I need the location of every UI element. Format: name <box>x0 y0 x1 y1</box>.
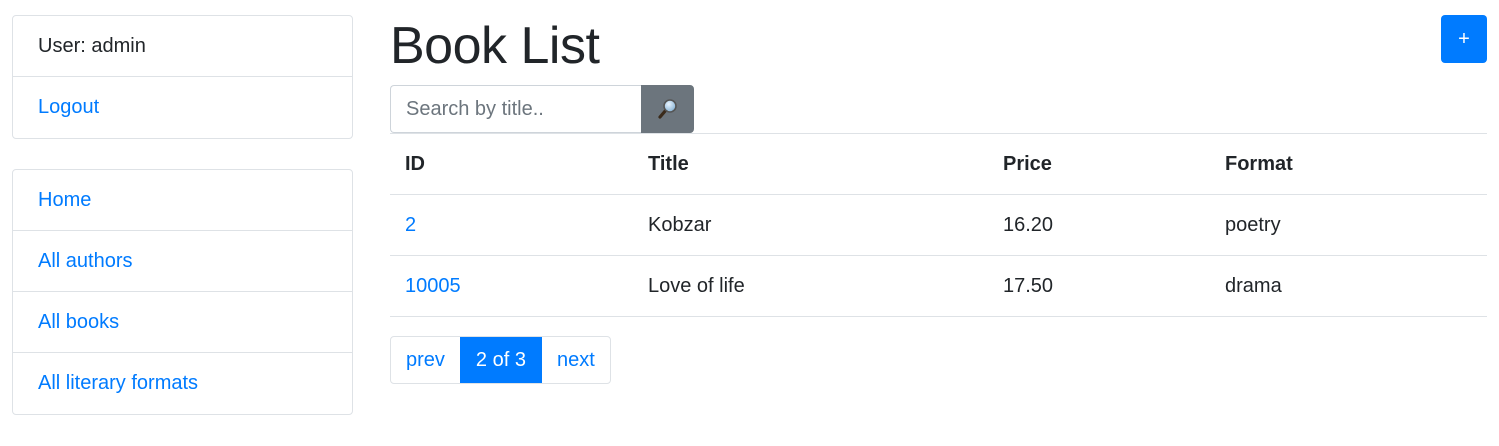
column-header-format: Format <box>1225 153 1293 175</box>
book-format: poetry <box>1225 214 1281 236</box>
search-button[interactable] <box>641 85 694 133</box>
sidebar-item-home[interactable]: Home <box>13 170 352 231</box>
column-header-title: Title <box>648 153 689 175</box>
sidebar-item-books[interactable]: All books <box>13 292 352 353</box>
pagination-prev[interactable]: prev <box>391 337 460 383</box>
column-header-price: Price <box>1003 153 1052 175</box>
sidebar-link-books[interactable]: All books <box>38 311 119 334</box>
user-panel: User: admin Logout <box>12 15 353 139</box>
logout-link[interactable]: Logout <box>38 96 99 119</box>
sidebar-item-authors[interactable]: All authors <box>13 231 352 292</box>
sidebar-item-formats[interactable]: All literary formats <box>13 353 352 414</box>
search-input[interactable] <box>390 85 642 133</box>
add-book-button[interactable]: + <box>1441 15 1487 63</box>
page-title: Book List <box>390 17 600 75</box>
pagination-next[interactable]: next <box>542 337 610 383</box>
table-row: 10005 Love of life 17.50 drama <box>390 256 1487 317</box>
book-format: drama <box>1225 275 1282 297</box>
sidebar-nav: Home All authors All books All literary … <box>12 169 353 415</box>
book-title: Kobzar <box>648 214 712 236</box>
table-row: 2 Kobzar 16.20 poetry <box>390 195 1487 256</box>
logout-item[interactable]: Logout <box>13 77 352 138</box>
pagination-current: 2 of 3 <box>459 337 542 383</box>
sidebar-link-home[interactable]: Home <box>38 189 91 212</box>
sidebar-link-formats[interactable]: All literary formats <box>38 372 198 395</box>
book-id-link[interactable]: 2 <box>405 214 416 237</box>
user-label: User: admin <box>13 16 352 77</box>
book-price: 16.20 <box>1003 214 1054 236</box>
book-price: 17.50 <box>1003 275 1054 297</box>
table-header-row: ID Title Price Format <box>390 134 1487 195</box>
books-table: ID Title Price Format 2 Kobzar 16.20 poe… <box>390 133 1487 317</box>
book-id-link[interactable]: 10005 <box>405 275 461 298</box>
column-header-id: ID <box>405 153 425 175</box>
sidebar-link-authors[interactable]: All authors <box>38 250 133 273</box>
pagination: prev 2 of 3 next <box>390 336 611 384</box>
book-title: Love of life <box>648 275 745 297</box>
magnifier-icon <box>657 99 677 119</box>
